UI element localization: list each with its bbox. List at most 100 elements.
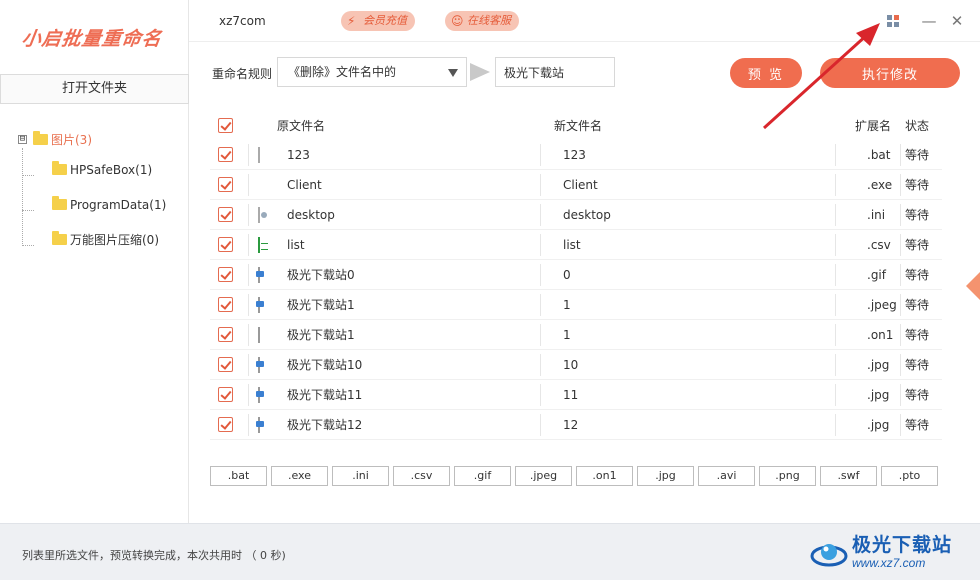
skin-menu-button[interactable]: [884, 12, 902, 30]
row-checkbox[interactable]: [218, 177, 233, 192]
tree-node-hpsafebox[interactable]: HPSafeBox(1): [18, 152, 166, 187]
lightning-icon: ⚡: [347, 14, 356, 28]
select-all-checkbox[interactable]: [218, 117, 233, 133]
header-extension: 扩展名: [855, 118, 892, 133]
folder-icon: [52, 161, 67, 175]
preview-button[interactable]: 预 览: [730, 58, 802, 88]
extension-filter-tag[interactable]: .jpeg: [515, 466, 572, 486]
tree-node-label: 万能图片压缩(0): [70, 233, 159, 247]
new-name-cell: 0: [563, 267, 571, 282]
table-row[interactable]: 极光下载站12 12 .jpg 等待: [210, 410, 942, 440]
file-table: 原文件名 新文件名 扩展名 状态 123 123 .bat 等待 Client Clien…: [210, 110, 942, 440]
extension-filter-tag[interactable]: .jpg: [637, 466, 694, 486]
column-divider: [540, 324, 541, 346]
row-checkbox[interactable]: [218, 237, 233, 252]
side-panel-toggle[interactable]: [966, 272, 980, 300]
status-cell: 等待: [905, 328, 930, 342]
row-checkbox[interactable]: [218, 207, 233, 222]
extension-filter-tag[interactable]: .exe: [271, 466, 328, 486]
row-checkbox[interactable]: [218, 417, 233, 432]
table-row[interactable]: desktop desktop .ini 等待: [210, 200, 942, 230]
table-row[interactable]: 123 123 .bat 等待: [210, 140, 942, 170]
extension-filter-tag[interactable]: .on1: [576, 466, 633, 486]
column-divider: [540, 204, 541, 226]
column-divider: [835, 354, 836, 376]
row-checkbox[interactable]: [218, 147, 233, 162]
title-bar: xz7com ⚡ 会员充值 ☺ 在线客服 — ✕: [189, 0, 980, 42]
rename-rule-select[interactable]: 《删除》文件名中的: [277, 57, 467, 87]
table-row[interactable]: 极光下载站1 1 .on1 等待: [210, 320, 942, 350]
tree-collapse-icon[interactable]: ⊟: [18, 134, 27, 144]
headset-icon: ☺: [451, 14, 464, 28]
vip-recharge-label: 会员充值: [363, 14, 407, 27]
tree-node-programdata[interactable]: ProgramData(1): [18, 187, 166, 222]
extension-filter-tag[interactable]: .csv: [393, 466, 450, 486]
table-row[interactable]: list list .csv 等待: [210, 230, 942, 260]
extension-filter-tag[interactable]: .avi: [698, 466, 755, 486]
status-bar: 列表里所选文件，预览转换完成，本次共用时 （ 0 秒) 极光下载站 www.xz…: [0, 523, 980, 580]
table-row[interactable]: 极光下载站0 0 .gif 等待: [210, 260, 942, 290]
extension-filter-tag[interactable]: .gif: [454, 466, 511, 486]
extension-filter-tag[interactable]: .pto: [881, 466, 938, 486]
extension-cell: .on1: [867, 327, 894, 342]
new-name-cell: desktop: [563, 207, 611, 222]
column-divider: [248, 384, 249, 406]
open-folder-button[interactable]: 打开文件夹: [0, 74, 189, 104]
column-divider: [248, 414, 249, 436]
column-divider: [900, 144, 901, 166]
tree-node-image-compress[interactable]: 万能图片压缩(0): [18, 222, 166, 257]
row-checkbox[interactable]: [218, 267, 233, 282]
close-button[interactable]: ✕: [948, 12, 966, 30]
column-divider: [540, 234, 541, 256]
column-divider: [540, 174, 541, 196]
extension-filter-tag[interactable]: .png: [759, 466, 816, 486]
minimize-button[interactable]: —: [920, 12, 938, 30]
original-name-cell: Client: [287, 177, 322, 192]
tree-node-root[interactable]: ⊟ 图片(3): [18, 128, 166, 150]
extension-filter-bar: .bat .exe .ini .csv .gif .jpeg .on1 .jpg .avi .pn…: [210, 466, 938, 486]
rule-text-input[interactable]: [495, 57, 615, 87]
table-row[interactable]: Client Client .exe 等待: [210, 170, 942, 200]
ini-file-icon: [258, 206, 260, 223]
row-checkbox[interactable]: [218, 297, 233, 312]
extension-cell: .jpg: [867, 387, 890, 402]
extension-filter-tag[interactable]: .bat: [210, 466, 267, 486]
tree-node-label: HPSafeBox(1): [70, 162, 153, 177]
header-status: 状态: [905, 118, 930, 133]
original-name-cell: list: [287, 237, 305, 252]
row-checkbox[interactable]: [218, 387, 233, 402]
online-service-button[interactable]: ☺ 在线客服: [445, 11, 519, 31]
image-file-icon: [258, 266, 260, 283]
watermark-url: www.xz7.com: [852, 556, 926, 570]
header-original-name: 原文件名: [277, 118, 326, 133]
status-cell: 等待: [905, 298, 930, 312]
original-name-cell: desktop: [287, 207, 335, 222]
extension-cell: .exe: [867, 177, 893, 192]
extension-filter-tag[interactable]: .swf: [820, 466, 877, 486]
table-row[interactable]: 极光下载站10 10 .jpg 等待: [210, 350, 942, 380]
new-name-cell: list: [563, 237, 581, 252]
table-row[interactable]: 极光下载站11 11 .jpg 等待: [210, 380, 942, 410]
column-divider: [900, 264, 901, 286]
status-cell: 等待: [905, 418, 930, 432]
column-divider: [540, 294, 541, 316]
vip-recharge-button[interactable]: ⚡ 会员充值: [341, 11, 415, 31]
column-divider: [900, 294, 901, 316]
new-name-cell: 1: [563, 297, 571, 312]
column-divider: [248, 264, 249, 286]
watermark-title: 极光下载站: [852, 534, 953, 556]
table-row[interactable]: 极光下载站1 1 .jpeg 等待: [210, 290, 942, 320]
status-cell: 等待: [905, 268, 930, 282]
new-name-cell: Client: [563, 177, 598, 192]
tree-node-label: ProgramData(1): [70, 197, 167, 212]
execute-button[interactable]: 执行修改: [820, 58, 960, 88]
column-divider: [540, 264, 541, 286]
image-file-icon: [258, 386, 260, 403]
original-name-cell: 极光下载站0: [287, 268, 355, 282]
extension-cell: .ini: [867, 207, 886, 222]
extension-filter-tag[interactable]: .ini: [332, 466, 389, 486]
status-cell: 等待: [905, 208, 930, 222]
extension-cell: .bat: [867, 147, 891, 162]
row-checkbox[interactable]: [218, 357, 233, 372]
row-checkbox[interactable]: [218, 327, 233, 342]
